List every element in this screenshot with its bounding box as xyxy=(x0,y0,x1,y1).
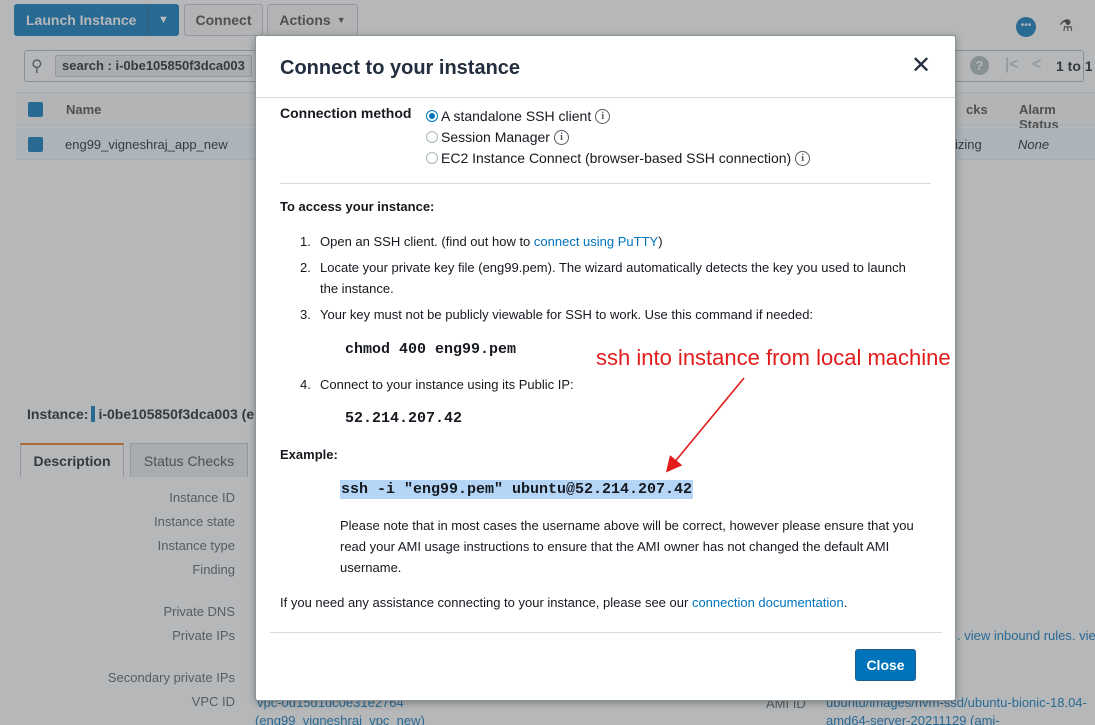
chmod-command: chmod 400 eng99.pem xyxy=(345,341,517,358)
step-4: 4. Connect to your instance using its Pu… xyxy=(300,374,920,395)
step1-end: ) xyxy=(658,234,663,249)
method-option-ssh[interactable]: A standalone SSH client i xyxy=(426,106,611,126)
connection-documentation-link[interactable]: connection documentation xyxy=(692,595,844,610)
step4-text: Connect to your instance using its Publi… xyxy=(320,377,574,392)
step-number: 4. xyxy=(300,377,311,392)
info-icon[interactable]: i xyxy=(595,108,611,124)
step2-text: Locate your private key file (eng99.pem)… xyxy=(320,260,906,296)
example-title: Example: xyxy=(280,447,338,462)
step-1: 1. Open an SSH client. (find out how to … xyxy=(300,231,920,252)
example-ssh-command: ssh -i "eng99.pem" ubuntu@52.214.207.42 xyxy=(340,480,694,499)
step-number: 3. xyxy=(300,307,311,322)
putty-link[interactable]: connect using PuTTY xyxy=(534,234,658,249)
access-instructions-title: To access your instance: xyxy=(280,199,435,214)
method-option-instance-connect[interactable]: EC2 Instance Connect (browser-based SSH … xyxy=(426,148,811,168)
info-icon[interactable]: i xyxy=(553,129,569,145)
method-label-ssh: A standalone SSH client xyxy=(441,108,592,124)
info-icon[interactable]: i xyxy=(795,150,811,166)
help-end: . xyxy=(843,595,848,610)
annotation-text: ssh into instance from local machine xyxy=(596,345,951,370)
username-note: Please note that in most cases the usern… xyxy=(340,518,914,575)
step-3: 3. Your key must not be publicly viewabl… xyxy=(300,304,920,325)
step-text: Open an SSH client. (find out how to con… xyxy=(320,231,920,252)
method-option-session-manager[interactable]: Session Manager i xyxy=(426,127,569,147)
step3-text: Your key must not be publicly viewable f… xyxy=(320,307,814,322)
method-label-instance-connect: EC2 Instance Connect (browser-based SSH … xyxy=(441,150,792,166)
public-ip: 52.214.207.42 xyxy=(345,410,463,427)
method-label-session-manager: Session Manager xyxy=(441,129,550,145)
radio-instance-connect[interactable] xyxy=(426,152,438,164)
step-2: 2. Locate your private key file (eng99.p… xyxy=(300,257,920,299)
connection-method-label: Connection method xyxy=(280,105,412,121)
radio-session-manager[interactable] xyxy=(426,131,438,143)
help-text: If you need any assistance connecting to… xyxy=(280,595,692,610)
modal-title: Connect to your instance xyxy=(280,57,521,79)
section-divider xyxy=(280,183,931,184)
radio-ssh[interactable] xyxy=(426,110,438,122)
close-icon[interactable]: ✕ xyxy=(911,54,931,78)
close-button[interactable]: Close xyxy=(855,649,916,681)
step-number: 1. xyxy=(300,234,311,249)
help-line: If you need any assistance connecting to… xyxy=(280,595,930,610)
footer-divider xyxy=(270,632,942,633)
step1-text: Open an SSH client. (find out how to xyxy=(320,234,534,249)
modal-header: Connect to your instance ✕ xyxy=(256,36,955,98)
step-number: 2. xyxy=(300,260,311,275)
